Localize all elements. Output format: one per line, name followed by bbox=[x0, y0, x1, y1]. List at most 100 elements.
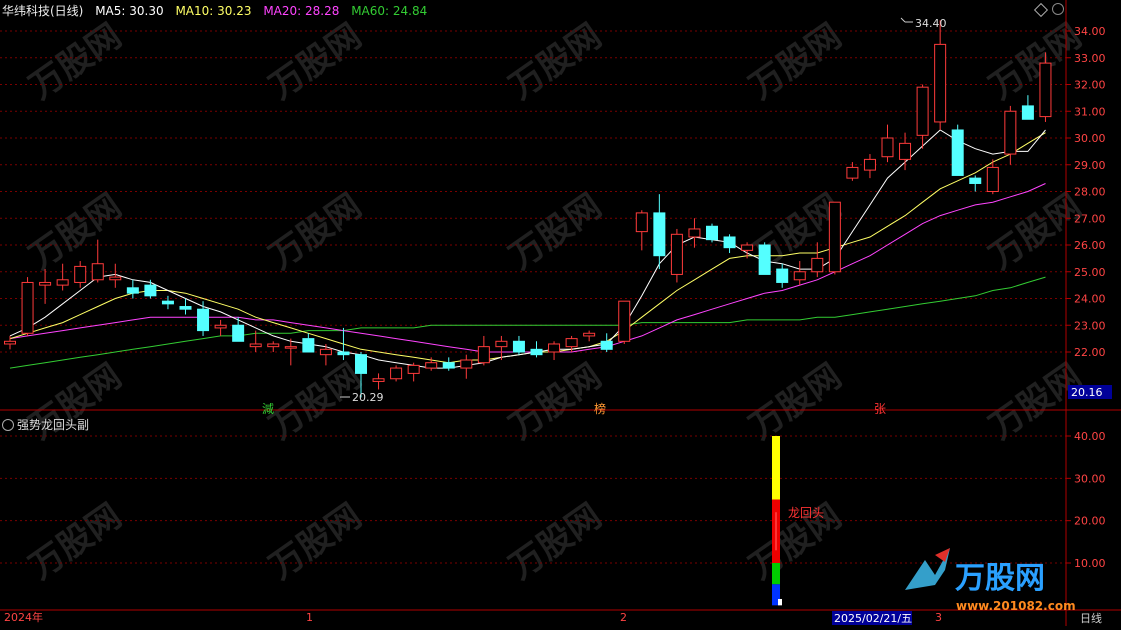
candle-body-47 bbox=[828, 201, 841, 273]
candle-body-32 bbox=[565, 338, 578, 348]
price-tick-1: 33.00 bbox=[1074, 52, 1106, 65]
ind-tick-3: 10.00 bbox=[1074, 557, 1106, 570]
watermark-text-10: 万股网 bbox=[22, 356, 128, 447]
watermark-text-17: 万股网 bbox=[502, 496, 608, 587]
candle-body-42 bbox=[741, 244, 754, 251]
watermark-text-13: 万股网 bbox=[742, 356, 848, 447]
candle-body-49 bbox=[863, 158, 876, 171]
candle-10 bbox=[179, 298, 192, 315]
event-marker-1[interactable]: 減 bbox=[262, 401, 274, 416]
watermark-text-0: 万股网 bbox=[22, 16, 128, 107]
candle-body-54 bbox=[951, 129, 964, 176]
price-tick-7: 27.00 bbox=[1074, 212, 1106, 225]
watermark-text-15: 万股网 bbox=[22, 496, 128, 587]
event-marker-3[interactable]: 张 bbox=[874, 402, 886, 416]
candle-body-28 bbox=[495, 340, 508, 348]
candle-body-12 bbox=[214, 324, 227, 329]
candle-36 bbox=[635, 210, 648, 251]
stock-title[interactable]: 华纬科技(日线) bbox=[2, 4, 83, 18]
indicator-axis-ticks: 40.00 30.00 20.00 10.00 bbox=[1066, 430, 1106, 570]
time-label-mar: 3 bbox=[935, 611, 942, 624]
high-label: 34.40 bbox=[915, 17, 947, 30]
candle-59 bbox=[1039, 52, 1052, 122]
candle-body-34 bbox=[600, 340, 613, 350]
price-tick-3: 31.00 bbox=[1074, 105, 1106, 118]
candle-55 bbox=[969, 175, 982, 192]
cursor-date: 2025/02/21/五 bbox=[834, 612, 912, 625]
candle-body-9 bbox=[161, 300, 174, 305]
candle-46 bbox=[811, 242, 824, 278]
candle-body-48 bbox=[846, 166, 859, 179]
candle-body-25 bbox=[442, 362, 455, 369]
time-label-2024: 2024年 bbox=[4, 610, 43, 624]
candle-body-59 bbox=[1039, 62, 1052, 118]
close-icon[interactable] bbox=[1052, 3, 1064, 15]
high-marker bbox=[900, 17, 906, 23]
ind-tick-2: 20.00 bbox=[1074, 515, 1106, 528]
price-tick-2: 32.00 bbox=[1074, 79, 1106, 92]
candle-body-8 bbox=[144, 284, 157, 297]
watermark-text-4: 万股网 bbox=[982, 16, 1088, 107]
brand-url: www.201082.com bbox=[956, 599, 1076, 613]
candle-45 bbox=[793, 261, 806, 286]
candle-body-19 bbox=[337, 351, 350, 356]
indicator-bar-3 bbox=[772, 436, 780, 500]
candle-23 bbox=[407, 362, 420, 382]
candle-body-5 bbox=[91, 263, 104, 281]
price-tick-5: 29.00 bbox=[1074, 159, 1106, 172]
candle-body-45 bbox=[793, 271, 806, 281]
candle-12 bbox=[214, 319, 227, 336]
price-tick-6: 28.00 bbox=[1074, 186, 1106, 199]
candle-body-16 bbox=[284, 346, 297, 349]
candle-body-1 bbox=[21, 281, 34, 334]
candle-43 bbox=[758, 242, 771, 275]
indicator-bar-1 bbox=[772, 563, 780, 585]
price-tick-11: 23.00 bbox=[1074, 319, 1106, 332]
candle-body-4 bbox=[74, 265, 87, 283]
ma5-legend: MA5: 30.30 bbox=[95, 4, 164, 18]
candle-1 bbox=[21, 277, 34, 336]
candle-26 bbox=[460, 354, 473, 379]
candle-58 bbox=[1021, 95, 1034, 120]
price-tick-0: 34.00 bbox=[1074, 25, 1106, 38]
watermark-text-12: 万股网 bbox=[502, 356, 608, 447]
candle-body-26 bbox=[460, 359, 473, 369]
candle-body-20 bbox=[355, 354, 367, 374]
candle-body-51 bbox=[899, 142, 912, 160]
candle-body-31 bbox=[548, 343, 561, 353]
brand-name: 万股网 bbox=[955, 561, 1045, 596]
ma60-legend: MA60: 24.84 bbox=[351, 4, 428, 18]
stock-chart-window: 万股网 万股网 万股网 万股网 万股网 万股网 万股网 万股网 万股网 万股网 万股网 万股网 万股网万… bbox=[0, 0, 1121, 626]
time-label-feb: 2 bbox=[620, 611, 627, 624]
candle-body-50 bbox=[881, 137, 894, 158]
candle-54 bbox=[951, 124, 964, 176]
candle-body-38 bbox=[670, 233, 683, 275]
period-label[interactable]: 日线 bbox=[1080, 611, 1102, 625]
watermark-text-6: 万股网 bbox=[262, 186, 368, 277]
candle-30 bbox=[530, 341, 543, 358]
candle-body-14 bbox=[249, 343, 262, 348]
chart-header: 华纬科技(日线) MA5: 30.30 MA10: 30.23 MA20: 28… bbox=[2, 2, 435, 19]
candle-19 bbox=[337, 327, 350, 361]
signal-label: 龙回头 bbox=[788, 506, 824, 520]
watermark-text-2: 万股网 bbox=[502, 16, 608, 107]
candle-body-55 bbox=[969, 177, 982, 184]
candle-body-35 bbox=[618, 300, 631, 342]
candle-body-11 bbox=[197, 308, 210, 332]
event-marker-2[interactable]: 榜 bbox=[594, 401, 606, 416]
chart-canvas[interactable]: 万股网 万股网 万股网 万股网 万股网万股网 万股网 万股网 万股网 万股网万股网 万股网 万股网万… bbox=[0, 0, 1121, 626]
indicator-header: 强势龙回头副 bbox=[2, 416, 89, 433]
candle-body-10 bbox=[179, 306, 192, 310]
price-tick-4: 30.00 bbox=[1074, 132, 1106, 145]
candle-29 bbox=[512, 335, 525, 355]
candle-47 bbox=[828, 201, 841, 275]
candle-4 bbox=[74, 261, 87, 288]
watermark-text-3: 万股网 bbox=[742, 16, 848, 107]
candle-body-13 bbox=[232, 324, 245, 342]
chevron-down-icon[interactable] bbox=[2, 419, 14, 431]
cursor-price: 20.16 bbox=[1071, 386, 1103, 399]
candle-18 bbox=[319, 343, 332, 366]
indicator-title[interactable]: 强势龙回头副 bbox=[17, 418, 89, 432]
candle-22 bbox=[390, 365, 403, 382]
candle-body-18 bbox=[319, 348, 332, 356]
